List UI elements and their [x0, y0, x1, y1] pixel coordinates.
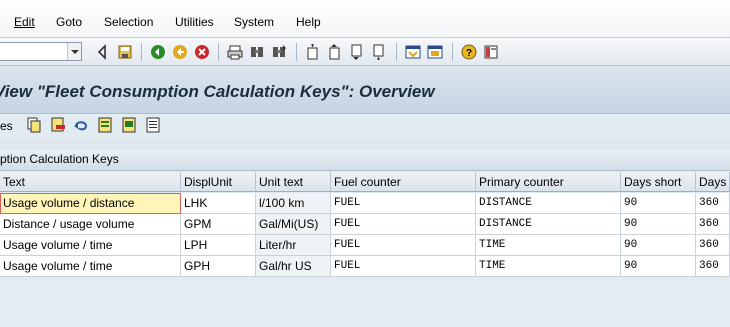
- column-header-days-long[interactable]: Days l: [696, 172, 730, 192]
- select-all-icon[interactable]: [97, 117, 113, 133]
- menu-selection[interactable]: Selection: [104, 15, 153, 29]
- table-row-3-primary-counter[interactable]: TIME: [476, 235, 621, 256]
- save-icon[interactable]: [117, 44, 133, 60]
- column-header-unit-text[interactable]: Unit text: [256, 172, 331, 192]
- table-row-2-days-long[interactable]: 360: [696, 214, 730, 235]
- table-row-3-unit-text: Liter/hr: [256, 235, 331, 256]
- menu-edit[interactable]: Edit: [14, 15, 35, 29]
- undo-change-icon[interactable]: [73, 117, 89, 133]
- table-row-3-days-short[interactable]: 90: [621, 235, 696, 256]
- table-row-4-fuel-counter[interactable]: FUEL: [331, 256, 476, 277]
- table-row-1-text[interactable]: Usage volume / distance: [0, 193, 181, 214]
- table-row-4-text[interactable]: Usage volume / time: [0, 256, 181, 277]
- table-row-4-primary-counter[interactable]: TIME: [476, 256, 621, 277]
- table-row-1-fuel-counter[interactable]: FUEL: [331, 193, 476, 214]
- table-row-2-primary-counter[interactable]: DISTANCE: [476, 214, 621, 235]
- svg-text:?: ?: [466, 48, 472, 59]
- menu-bar: Edit Goto Selection Utilities System Hel…: [0, 0, 730, 38]
- menu-goto[interactable]: Goto: [56, 15, 82, 29]
- create-session-icon[interactable]: [405, 44, 421, 60]
- table-row-3-text[interactable]: Usage volume / time: [0, 235, 181, 256]
- column-header-fuel-counter[interactable]: Fuel counter: [331, 172, 476, 192]
- table-row-3-days-long[interactable]: 360: [696, 235, 730, 256]
- back-arrow-icon[interactable]: [94, 44, 110, 60]
- standard-toolbar: ?: [0, 38, 730, 66]
- help-icon[interactable]: ?: [461, 44, 477, 60]
- table-row-1-days-short[interactable]: 90: [621, 193, 696, 214]
- table-row-3-fuel-counter[interactable]: FUEL: [331, 235, 476, 256]
- print-icon[interactable]: [227, 44, 243, 60]
- table-row-2-days-short[interactable]: 90: [621, 214, 696, 235]
- cancel-icon[interactable]: [194, 44, 210, 60]
- table-row-4-days-short[interactable]: 90: [621, 256, 696, 277]
- menu-system[interactable]: System: [234, 15, 274, 29]
- table-row-1-days-long[interactable]: 360: [696, 193, 730, 214]
- menu-utilities[interactable]: Utilities: [175, 15, 214, 29]
- table-row-4-displunit[interactable]: GPH: [181, 256, 256, 277]
- last-page-icon[interactable]: [371, 44, 387, 60]
- exit-icon[interactable]: [172, 44, 188, 60]
- column-header-days-short[interactable]: Days short: [621, 172, 696, 192]
- table-row-1-displunit[interactable]: LHK: [181, 193, 256, 214]
- find-next-icon[interactable]: [271, 44, 287, 60]
- table-row-4-unit-text: Gal/hr US: [256, 256, 331, 277]
- generate-shortcut-icon[interactable]: [427, 44, 443, 60]
- table-row-2-unit-text: Gal/Mi(US): [256, 214, 331, 235]
- table-row-1-primary-counter[interactable]: DISTANCE: [476, 193, 621, 214]
- table-title: ption Calculation Keys: [0, 152, 119, 166]
- table-row-2-displunit[interactable]: GPM: [181, 214, 256, 235]
- table-row-2-fuel-counter[interactable]: FUEL: [331, 214, 476, 235]
- menu-help[interactable]: Help: [296, 15, 321, 29]
- new-entries-label[interactable]: es: [0, 119, 13, 133]
- deselect-all-icon[interactable]: [145, 117, 161, 133]
- find-icon[interactable]: [249, 44, 265, 60]
- previous-page-icon[interactable]: [327, 44, 343, 60]
- select-block-icon[interactable]: [121, 117, 137, 133]
- copy-as-icon[interactable]: [26, 117, 42, 133]
- column-header-primary-counter[interactable]: Primary counter: [476, 172, 621, 192]
- column-header-text[interactable]: Text: [0, 172, 181, 192]
- column-header-displunit[interactable]: DisplUnit: [181, 172, 256, 192]
- table-empty-area: [0, 277, 730, 327]
- layout-menu-icon[interactable]: [483, 44, 499, 60]
- next-page-icon[interactable]: [349, 44, 365, 60]
- table-row-3-displunit[interactable]: LPH: [181, 235, 256, 256]
- page-title: View "Fleet Consumption Calculation Keys…: [0, 82, 435, 101]
- table-row-4-days-long[interactable]: 360: [696, 256, 730, 277]
- chevron-down-icon[interactable]: [67, 43, 81, 60]
- delete-icon[interactable]: [50, 117, 66, 133]
- first-page-icon[interactable]: [305, 44, 321, 60]
- back-icon[interactable]: [150, 44, 166, 60]
- command-field[interactable]: [0, 42, 82, 61]
- table-row-1-unit-text: l/100 km: [256, 193, 331, 214]
- title-bar: View "Fleet Consumption Calculation Keys…: [0, 66, 730, 114]
- table-row-2-text[interactable]: Distance / usage volume: [0, 214, 181, 235]
- application-toolbar: es: [0, 114, 730, 138]
